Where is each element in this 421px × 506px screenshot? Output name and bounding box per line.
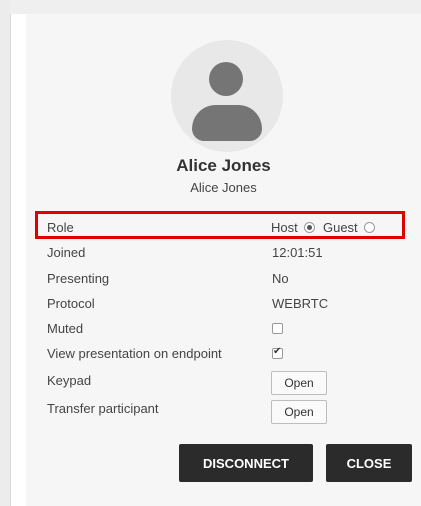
- role-guest-label: Guest: [322, 220, 358, 235]
- joined-label: Joined: [47, 245, 86, 260]
- protocol-row: Protocol WEBRTC: [47, 293, 407, 315]
- close-button[interactable]: CLOSE: [326, 444, 412, 482]
- role-label: Role: [47, 220, 74, 235]
- role-row: Role Host Guest: [47, 217, 407, 239]
- protocol-label: Protocol: [47, 296, 95, 311]
- avatar: [171, 40, 283, 152]
- keypad-open-button[interactable]: Open: [271, 371, 327, 395]
- person-icon-head: [209, 62, 243, 96]
- view-presentation-label: View presentation on endpoint: [47, 346, 222, 361]
- role-options: Host Guest: [271, 220, 376, 235]
- protocol-value: WEBRTC: [272, 296, 329, 311]
- muted-row: Muted: [47, 318, 407, 340]
- participant-name: Alice Jones: [176, 156, 271, 175]
- role-host-label: Host: [271, 220, 298, 235]
- left-panel-edge: [0, 0, 11, 506]
- joined-row: Joined 12:01:51: [47, 242, 407, 264]
- top-panel-edge: [10, 0, 421, 14]
- disconnect-button[interactable]: DISCONNECT: [179, 444, 313, 482]
- role-host-radio[interactable]: [304, 222, 316, 233]
- participant-alias: Alice Jones: [190, 180, 257, 195]
- muted-label: Muted: [47, 321, 84, 336]
- role-guest-radio[interactable]: [364, 222, 376, 233]
- joined-value: 12:01:51: [272, 245, 323, 260]
- participant-dialog: Alice Jones Alice Jones Role Host Guest …: [26, 14, 421, 506]
- view-presentation-checkbox[interactable]: [272, 346, 283, 359]
- muted-checkbox-wrap: [272, 321, 283, 336]
- transfer-open-button[interactable]: Open: [271, 400, 327, 424]
- view-presentation-checkbox-wrap: [272, 346, 283, 361]
- presenting-label: Presenting: [47, 271, 110, 286]
- transfer-label: Transfer participant: [47, 401, 159, 416]
- transfer-row: Transfer participant: [47, 398, 407, 420]
- keypad-label: Keypad: [47, 373, 92, 388]
- presenting-row: Presenting No: [47, 268, 407, 290]
- view-presentation-row: View presentation on endpoint: [47, 343, 407, 365]
- presenting-value: No: [272, 271, 289, 286]
- muted-checkbox[interactable]: [272, 323, 283, 334]
- person-icon-body: [192, 105, 262, 141]
- keypad-row: Keypad: [47, 370, 407, 392]
